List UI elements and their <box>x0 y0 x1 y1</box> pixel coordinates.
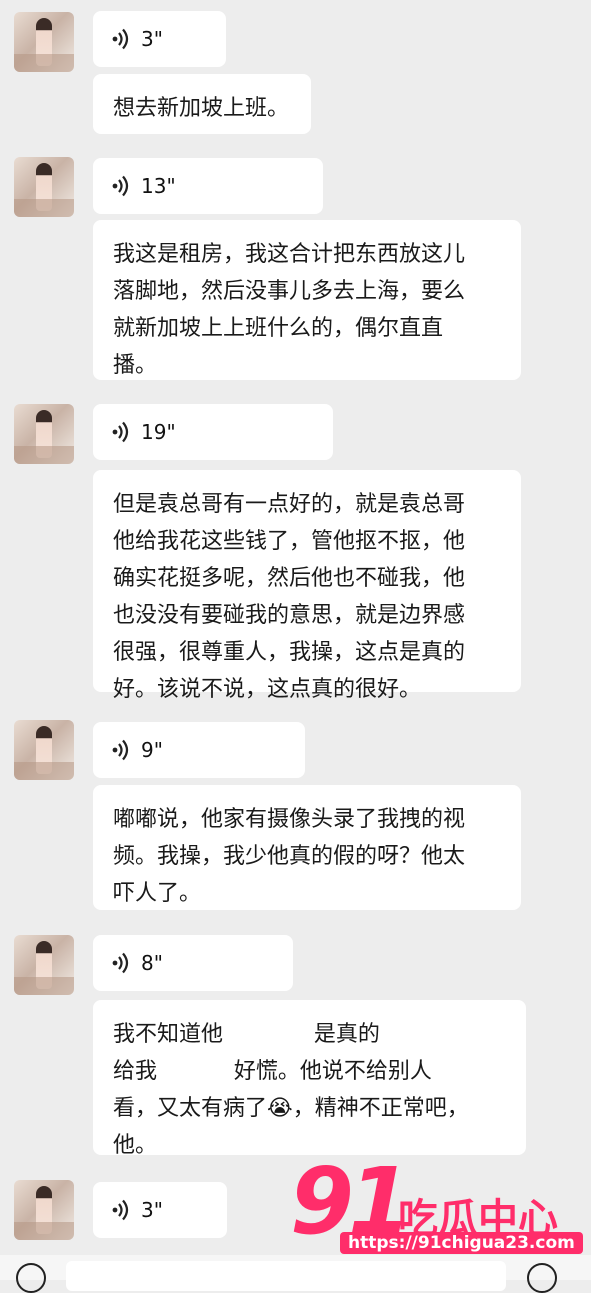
emoji-icon[interactable] <box>527 1263 557 1293</box>
transcript-bubble: 我这是租房，我这合计把东西放这儿 落脚地，然后没事儿多去上海，要么 就新加坡上上… <box>93 220 521 380</box>
voice-wave-icon <box>111 1199 131 1221</box>
sender-avatar[interactable] <box>14 720 74 780</box>
voice-wave-icon <box>111 28 131 50</box>
voice-duration: 3" <box>141 27 163 51</box>
transcript-bubble: 但是袁总哥有一点好的，就是袁总哥 他给我花这些钱了，管他抠不抠，他 确实花挺多呢… <box>93 470 521 702</box>
voice-duration: 8" <box>141 951 163 975</box>
sender-avatar[interactable] <box>14 12 74 72</box>
voice-duration: 19" <box>141 420 176 444</box>
transcript-bubble: 我不知道他 是真的 给我 好慌。他说不给别人 看，又太有病了😭，精神不正常吧， … <box>93 1000 526 1158</box>
voice-message[interactable]: 8" <box>93 935 293 991</box>
voice-duration: 13" <box>141 174 176 198</box>
voice-wave-icon <box>111 739 131 761</box>
sender-avatar[interactable] <box>14 157 74 217</box>
sender-avatar[interactable] <box>14 935 74 995</box>
voice-wave-icon <box>111 175 131 197</box>
sender-avatar[interactable] <box>14 1180 74 1240</box>
voice-input-icon[interactable] <box>16 1263 46 1293</box>
message-input[interactable] <box>66 1261 506 1291</box>
voice-message[interactable]: 19" <box>93 404 333 460</box>
voice-wave-icon <box>111 421 131 443</box>
site-watermark: 91 吃瓜中心 https://91chigua23.com <box>290 1152 590 1262</box>
voice-duration: 3" <box>141 1198 163 1222</box>
voice-message[interactable]: 3" <box>93 11 226 67</box>
voice-wave-icon <box>111 952 131 974</box>
sender-avatar[interactable] <box>14 404 74 464</box>
voice-message[interactable]: 13" <box>93 158 323 214</box>
voice-message[interactable]: 3" <box>93 1182 227 1238</box>
transcript-bubble: 嘟嘟说，他家有摄像头录了我拽的视 频。我操，我少他真的假的呀？他太 吓人了。 <box>93 785 521 910</box>
transcript-bubble: 想去新加坡上班。 <box>93 74 311 134</box>
voice-duration: 9" <box>141 738 163 762</box>
watermark-url: https://91chigua23.com <box>340 1232 583 1254</box>
voice-message[interactable]: 9" <box>93 722 305 778</box>
